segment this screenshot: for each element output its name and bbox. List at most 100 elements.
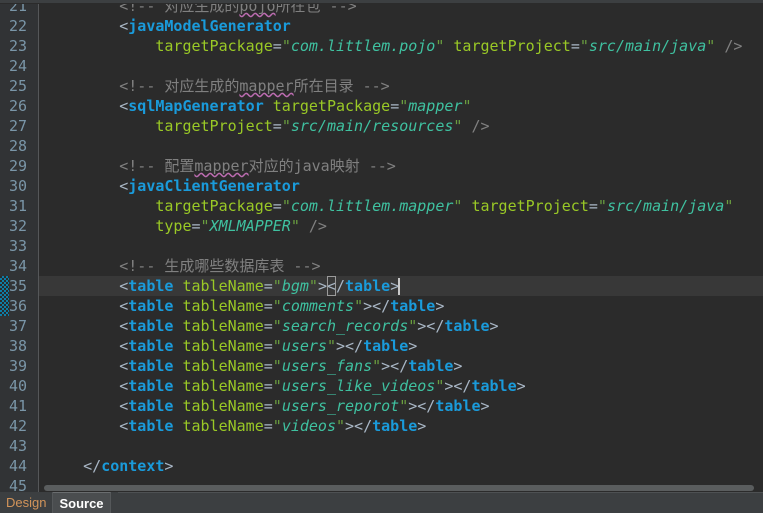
code-token: com.littlem.mapper bbox=[290, 197, 454, 215]
code-token: targetPackage bbox=[155, 37, 273, 55]
code-line-text: <table tableName="comments"></table> bbox=[47, 296, 444, 316]
code-token: " bbox=[354, 297, 364, 315]
code-line[interactable]: type="XMLMAPPER" /> bbox=[0, 216, 763, 236]
code-token: " bbox=[272, 377, 282, 395]
code-line[interactable]: targetProject="src/main/resources" /> bbox=[0, 116, 763, 136]
code-line[interactable]: <javaModelGenerator bbox=[0, 16, 763, 36]
code-line[interactable]: targetPackage="com.littlem.mapper" targe… bbox=[0, 196, 763, 216]
code-editor-area[interactable]: <!-- 对应生成的pojo所在包 --> 21 <javaModelGenera… bbox=[0, 0, 763, 492]
code-token: /> bbox=[308, 217, 327, 235]
line-number: 41 bbox=[9, 397, 28, 415]
code-line-text: type="XMLMAPPER" /> bbox=[47, 216, 327, 236]
xml-editor-window: <!-- 对应生成的pojo所在包 --> 21 <javaModelGenera… bbox=[0, 0, 763, 513]
code-token: javaClientGenerator bbox=[128, 177, 300, 195]
line-number: 23 bbox=[9, 37, 28, 55]
code-token: " bbox=[281, 37, 291, 55]
code-line[interactable] bbox=[0, 136, 763, 156]
code-token: mapper bbox=[408, 97, 463, 115]
line-number: 36 bbox=[9, 297, 28, 315]
code-token: src/main/java bbox=[588, 37, 707, 55]
code-token: " bbox=[281, 197, 291, 215]
code-line[interactable]: <table tableName="users_like_videos"></t… bbox=[0, 376, 763, 396]
code-line[interactable]: <javaClientGenerator bbox=[0, 176, 763, 196]
code-line[interactable]: <table tableName="bgm"></table> bbox=[0, 276, 763, 296]
code-token: " bbox=[272, 317, 282, 335]
line-number: 29 bbox=[9, 157, 28, 175]
code-line[interactable]: <!-- 生成哪些数据库表 --> bbox=[0, 256, 763, 276]
code-line[interactable]: <table tableName="search_records"></tabl… bbox=[0, 316, 763, 336]
code-token: " bbox=[372, 357, 382, 375]
tab-design[interactable]: Design bbox=[0, 492, 54, 513]
code-token: ></ bbox=[381, 357, 409, 375]
text-caret bbox=[398, 278, 401, 295]
code-line[interactable] bbox=[0, 236, 763, 256]
code-token: > bbox=[489, 317, 499, 335]
code-token: " bbox=[408, 317, 418, 335]
code-token: < bbox=[119, 17, 129, 35]
code-token: " bbox=[399, 97, 409, 115]
code-line[interactable] bbox=[0, 436, 763, 456]
code-token: users_like_videos bbox=[281, 377, 436, 395]
code-line[interactable]: </context> bbox=[0, 456, 763, 476]
line-number: 26 bbox=[9, 97, 28, 115]
code-line[interactable]: <table tableName="users_fans"></table> bbox=[0, 356, 763, 376]
line-number: 32 bbox=[9, 217, 28, 235]
code-line[interactable]: <table tableName="comments"></table> bbox=[0, 296, 763, 316]
code-line-text: <table tableName="users_reporot"></table… bbox=[47, 396, 490, 416]
code-token: " bbox=[272, 337, 282, 355]
code-token: < bbox=[119, 317, 129, 335]
gutter-separator-overlay bbox=[38, 0, 39, 492]
line-number: 34 bbox=[9, 257, 28, 275]
code-token: targetPackage bbox=[155, 197, 273, 215]
code-token: / bbox=[336, 277, 346, 295]
code-line[interactable]: <sqlMapGenerator targetPackage="mapper" bbox=[0, 96, 763, 116]
code-token: ></ bbox=[363, 297, 391, 315]
code-token: /> bbox=[471, 117, 490, 135]
code-token: > bbox=[435, 297, 445, 315]
code-token: " bbox=[272, 357, 282, 375]
change-marker-gutter[interactable] bbox=[0, 0, 9, 492]
code-line[interactable]: <table tableName="users"></table> bbox=[0, 336, 763, 356]
code-token: " bbox=[272, 297, 282, 315]
code-token: tableName bbox=[182, 277, 264, 295]
code-token: = bbox=[263, 417, 273, 435]
code-token: tableName bbox=[182, 377, 264, 395]
code-line[interactable]: <!-- 配置mapper对应的java映射 --> bbox=[0, 156, 763, 176]
code-token: = bbox=[390, 97, 400, 115]
code-line[interactable] bbox=[0, 56, 763, 76]
code-token: = bbox=[570, 37, 580, 55]
code-token: > bbox=[480, 397, 490, 415]
code-token: table bbox=[408, 357, 454, 375]
code-line[interactable]: targetPackage="com.littlem.pojo" targetP… bbox=[0, 36, 763, 56]
tab-bar-filler bbox=[118, 492, 763, 513]
code-line-text: <!-- 对应生成的mapper所在目录 --> bbox=[47, 76, 389, 96]
line-number: 38 bbox=[9, 337, 28, 355]
code-token: javaModelGenerator bbox=[128, 17, 291, 35]
code-token: targetProject bbox=[155, 117, 273, 135]
code-token: > bbox=[164, 457, 174, 475]
modified-lines-marker[interactable] bbox=[0, 276, 9, 316]
tab-source[interactable]: Source bbox=[53, 492, 111, 513]
code-token: > bbox=[417, 417, 427, 435]
code-line-text: <table tableName="users_like_videos"></t… bbox=[47, 376, 525, 396]
horizontal-scrollbar-thumb[interactable] bbox=[44, 485, 754, 491]
code-line[interactable]: <table tableName="users_reporot"></table… bbox=[0, 396, 763, 416]
code-token: sqlMapGenerator bbox=[128, 97, 264, 115]
code-line[interactable]: <!-- 对应生成的mapper所在目录 --> bbox=[0, 76, 763, 96]
code-line-text: <sqlMapGenerator targetPackage="mapper" bbox=[47, 96, 471, 116]
code-token: = bbox=[263, 277, 273, 295]
code-token: " bbox=[272, 417, 282, 435]
code-line[interactable]: <table tableName="videos"></table> bbox=[0, 416, 763, 436]
code-token: comments bbox=[281, 297, 355, 315]
code-token: users bbox=[281, 337, 327, 355]
code-token: table bbox=[444, 317, 490, 335]
